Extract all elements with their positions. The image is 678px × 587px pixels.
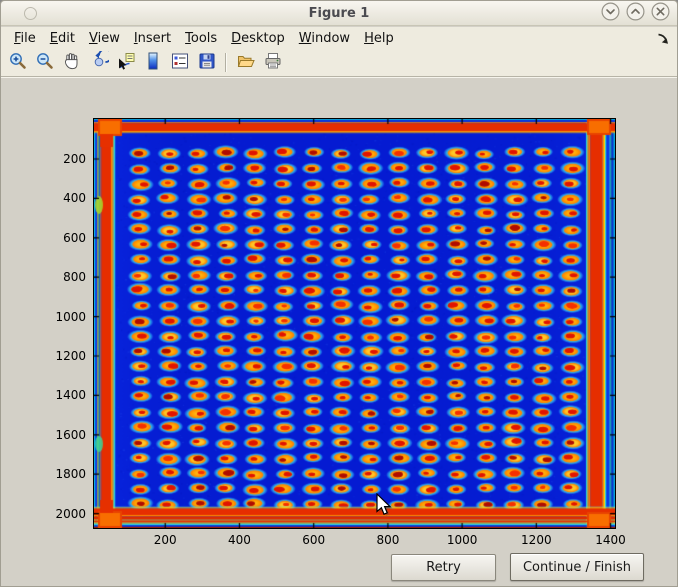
toolbar [1, 49, 677, 77]
continue-finish-button[interactable]: Continue / Finish [510, 553, 644, 581]
y-tick-label: 1800 [38, 467, 86, 481]
toolbar-save-button[interactable] [194, 50, 219, 75]
x-tick-label: 200 [143, 533, 187, 547]
toolbar-data-cursor-button[interactable] [113, 50, 138, 75]
figure-window: Figure 1 FileEditViewInsertToolsDesktopW… [0, 0, 678, 587]
x-tick-label: 1200 [514, 533, 558, 547]
colorbar-icon [143, 51, 163, 75]
shade-button[interactable] [601, 4, 620, 23]
zoom-in-icon [8, 51, 28, 75]
print-icon [263, 51, 283, 75]
menu-tools[interactable]: Tools [178, 29, 224, 48]
retry-button[interactable]: Retry [391, 554, 496, 581]
close-button[interactable] [651, 4, 670, 23]
toolbar-print-button[interactable] [260, 50, 285, 75]
window-controls [601, 4, 670, 23]
menu-desktop[interactable]: Desktop [224, 29, 292, 48]
toolbar-zoom-in-button[interactable] [5, 50, 30, 75]
y-tick-label: 800 [38, 270, 86, 284]
pan-icon [62, 51, 82, 75]
chevron-down-icon [601, 2, 620, 25]
x-tick-label: 600 [292, 533, 336, 547]
menu-help[interactable]: Help [357, 29, 401, 48]
menu-window[interactable]: Window [292, 29, 357, 48]
toolbar-pan-button[interactable] [59, 50, 84, 75]
y-tick-label: 1000 [38, 310, 86, 324]
x-tick-label: 400 [217, 533, 261, 547]
x-icon [651, 2, 670, 25]
chevron-up-icon [626, 2, 645, 25]
maximize-button[interactable] [626, 4, 645, 23]
x-tick-label: 800 [366, 533, 410, 547]
x-tick-label: 1000 [440, 533, 484, 547]
menu-file[interactable]: File [7, 29, 43, 48]
y-tick-label: 600 [38, 231, 86, 245]
y-tick-label: 1200 [38, 349, 86, 363]
menu-bar: FileEditViewInsertToolsDesktopWindowHelp [1, 27, 677, 49]
menu-edit[interactable]: Edit [43, 29, 82, 48]
y-tick-label: 200 [38, 152, 86, 166]
y-tick-label: 2000 [38, 507, 86, 521]
toolbar-open-button[interactable] [233, 50, 258, 75]
menu-insert[interactable]: Insert [127, 29, 178, 48]
y-tick-label: 1400 [38, 388, 86, 402]
title-bar[interactable]: Figure 1 [1, 1, 677, 26]
y-tick-label: 400 [38, 191, 86, 205]
window-title: Figure 1 [1, 6, 677, 21]
data-cursor-icon [116, 51, 136, 75]
dock-figure-arrow-icon[interactable] [656, 32, 669, 45]
window-menu-icon[interactable] [24, 7, 37, 20]
zoom-out-icon [35, 51, 55, 75]
toolbar-rotate-3d-button[interactable] [86, 50, 111, 75]
menu-view[interactable]: View [82, 29, 127, 48]
toolbar-zoom-out-button[interactable] [32, 50, 57, 75]
y-tick-label: 1600 [38, 428, 86, 442]
rotate-3d-icon [89, 51, 109, 75]
x-tick-label: 1400 [589, 533, 633, 547]
toolbar-colorbar-button[interactable] [140, 50, 165, 75]
open-icon [236, 51, 256, 75]
legend-icon [170, 51, 190, 75]
save-icon [197, 51, 217, 75]
microarray-image-canvas[interactable] [93, 118, 616, 529]
toolbar-legend-button[interactable] [167, 50, 192, 75]
toolbar-separator [225, 53, 227, 72]
